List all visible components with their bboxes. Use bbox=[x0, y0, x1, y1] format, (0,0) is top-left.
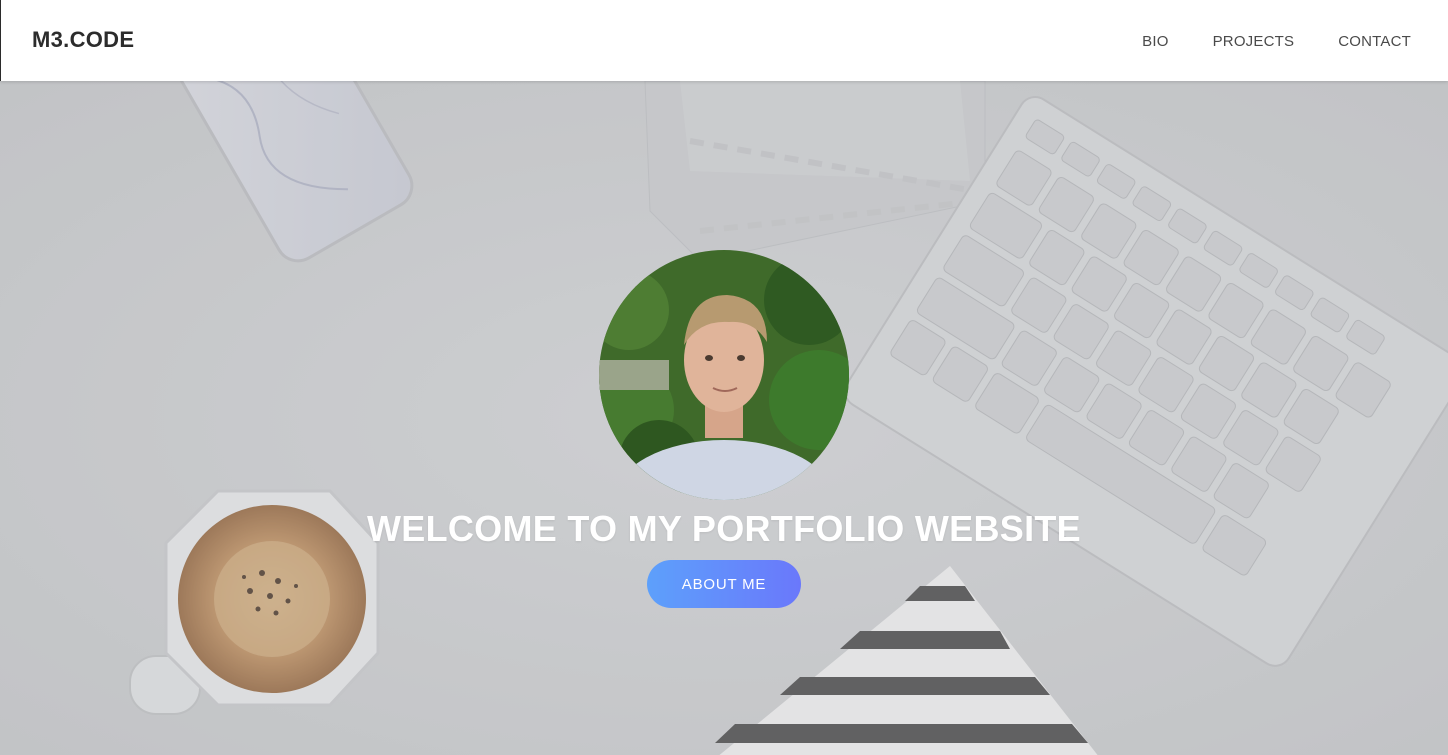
profile-photo bbox=[599, 250, 849, 500]
nav-link-contact[interactable]: CONTACT bbox=[1338, 33, 1411, 50]
nav-link-bio[interactable]: BIO bbox=[1142, 33, 1168, 50]
hero-section: WELCOME TO MY PORTFOLIO WEBSITE ABOUT ME bbox=[0, 81, 1448, 755]
nav-links: BIO PROJECTS CONTACT bbox=[1142, 33, 1411, 50]
brand-logo[interactable]: M3.CODE bbox=[32, 27, 134, 53]
navbar: M3.CODE BIO PROJECTS CONTACT bbox=[0, 0, 1448, 81]
profile-avatar bbox=[599, 250, 849, 500]
nav-link-projects[interactable]: PROJECTS bbox=[1213, 33, 1295, 50]
hero-title: WELCOME TO MY PORTFOLIO WEBSITE bbox=[367, 508, 1081, 549]
about-me-button[interactable]: ABOUT ME bbox=[647, 560, 801, 608]
